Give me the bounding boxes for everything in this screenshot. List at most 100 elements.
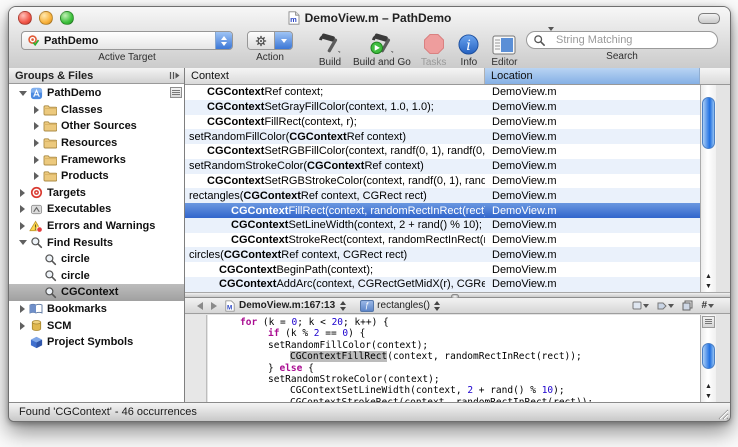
- column-header-context[interactable]: Context: [185, 68, 485, 84]
- symbol-popup[interactable]: rectangles(): [377, 300, 430, 311]
- minimize-button[interactable]: [39, 11, 53, 25]
- symbols-icon: [28, 335, 44, 349]
- result-location-cell: DemoView.m: [485, 101, 700, 113]
- active-target-popup[interactable]: PathDemo: [21, 31, 233, 50]
- sidebar-item-cgcontext[interactable]: CGContext: [9, 284, 184, 301]
- forward-button[interactable]: [207, 300, 221, 312]
- disclosure-triangle-icon[interactable]: [31, 106, 42, 114]
- build-and-go-button[interactable]: Build and Go: [353, 31, 411, 68]
- file-popup[interactable]: DemoView.m:167:13: [239, 300, 335, 311]
- search-input[interactable]: String Matching: [526, 31, 718, 49]
- breakpoint-tool-icon[interactable]: [657, 301, 674, 311]
- sidebar-item-pathdemo[interactable]: PathDemo: [9, 85, 184, 102]
- column-header-location[interactable]: Location: [485, 68, 700, 84]
- result-row[interactable]: CGContextAddArc(context, CGRectGetMidX(r…: [185, 277, 700, 292]
- sidebar-item-scm[interactable]: SCM: [9, 317, 184, 334]
- result-row[interactable]: rectangles(CGContextRef context, CGRect …: [185, 188, 700, 203]
- editor-gutter[interactable]: [185, 315, 207, 402]
- file-popup-stepper-icon[interactable]: [340, 301, 346, 311]
- result-location-cell: DemoView.m: [485, 116, 700, 128]
- result-row[interactable]: setRandomFillColor(CGContextRef context)…: [185, 129, 700, 144]
- results-scrollbar[interactable]: ▲▼: [700, 85, 716, 292]
- sidebar-item-resources[interactable]: Resources: [9, 135, 184, 152]
- search-magnifier-icon: [533, 34, 546, 47]
- disclosure-triangle-icon[interactable]: [17, 240, 28, 245]
- sidebar-menu-icon[interactable]: [170, 87, 182, 98]
- info-button[interactable]: i Info: [458, 31, 479, 68]
- folder-icon: [42, 136, 58, 150]
- sidebar-item-project-symbols[interactable]: Project Symbols: [9, 334, 184, 351]
- resize-grip-icon[interactable]: [716, 407, 729, 420]
- close-button[interactable]: [18, 11, 32, 25]
- sidebar-header-label: Groups & Files: [15, 70, 93, 82]
- split-editor-icon[interactable]: [702, 316, 715, 328]
- symbol-popup-stepper-icon[interactable]: [434, 301, 440, 311]
- disclosure-triangle-icon[interactable]: [17, 305, 28, 313]
- back-button[interactable]: [193, 300, 207, 312]
- counterpart-tool-icon[interactable]: [682, 300, 693, 311]
- editor-button[interactable]: Editor: [491, 31, 517, 68]
- sidebar-item-executables[interactable]: Executables: [9, 201, 184, 218]
- disclosure-triangle-icon[interactable]: [17, 222, 28, 230]
- result-context-cell: CGContextFillRect(context, randomRectInR…: [185, 205, 485, 217]
- disclosure-triangle-icon[interactable]: [31, 139, 42, 147]
- title-bar[interactable]: m DemoView.m – PathDemo: [9, 7, 730, 28]
- code-area[interactable]: for (k = 0; k < 20; k++) {if (k % 2 == 0…: [208, 315, 700, 402]
- scroll-up-icon[interactable]: ▲: [705, 273, 712, 280]
- sidebar-item-errors-and-warnings[interactable]: Errors and Warnings: [9, 218, 184, 235]
- sidebar-item-circle[interactable]: circle: [9, 251, 184, 268]
- result-row[interactable]: CGContextStrokeRect(context, randomRectI…: [185, 233, 700, 248]
- sidebar-item-bookmarks[interactable]: Bookmarks: [9, 301, 184, 318]
- sidebar-item-products[interactable]: Products: [9, 168, 184, 185]
- result-context-cell: CGContextRef context;: [185, 86, 485, 98]
- sidebar-item-other-sources[interactable]: Other Sources: [9, 118, 184, 135]
- sidebar-item-classes[interactable]: Classes: [9, 102, 184, 119]
- editor-caption: Editor: [491, 57, 517, 68]
- sidebar-item-find-results[interactable]: Find Results: [9, 234, 184, 251]
- result-row[interactable]: CGContextFillRect(context, r);DemoView.m: [185, 115, 700, 130]
- sidebar-item-label: Find Results: [47, 237, 113, 249]
- scrollbar-thumb[interactable]: [702, 343, 715, 369]
- action-button[interactable]: [247, 31, 293, 50]
- disclosure-triangle-icon[interactable]: [17, 189, 28, 197]
- sidebar-collapse-icon[interactable]: [169, 71, 180, 80]
- result-row[interactable]: CGContextSetLineWidth(context, 2 + rand(…: [185, 218, 700, 233]
- disclosure-triangle-icon[interactable]: [17, 91, 28, 96]
- result-row[interactable]: setRandomStrokeColor(CGContextRef contex…: [185, 159, 700, 174]
- result-row[interactable]: CGContextSetRGBStrokeColor(context, rand…: [185, 174, 700, 189]
- popup-stepper-icon: [215, 32, 232, 49]
- toolbar-toggle-button[interactable]: [698, 13, 720, 24]
- result-row[interactable]: circles(CGContextRef context, CGRect rec…: [185, 247, 700, 262]
- result-context-cell: CGContextFillRect(context, r);: [185, 116, 485, 128]
- disclosure-triangle-icon[interactable]: [17, 322, 28, 330]
- sidebar-item-targets[interactable]: Targets: [9, 185, 184, 202]
- sidebar-item-label: Other Sources: [61, 120, 137, 132]
- result-row[interactable]: CGContextBeginPath(context);DemoView.m: [185, 262, 700, 277]
- bookmark-tool-icon[interactable]: [632, 301, 649, 311]
- disclosure-triangle-icon[interactable]: [31, 172, 42, 180]
- disclosure-triangle-icon[interactable]: [17, 205, 28, 213]
- build-button[interactable]: Build: [317, 31, 343, 68]
- sidebar-item-circle[interactable]: circle: [9, 268, 184, 285]
- result-row[interactable]: CGContextSetGrayFillColor(context, 1.0, …: [185, 100, 700, 115]
- scrollbar-thumb[interactable]: [702, 97, 715, 149]
- sidebar-item-frameworks[interactable]: Frameworks: [9, 151, 184, 168]
- result-row[interactable]: CGContextSetRGBFillColor(context, randf(…: [185, 144, 700, 159]
- scroll-up-icon[interactable]: ▲: [705, 383, 712, 390]
- disclosure-triangle-icon[interactable]: [31, 122, 42, 130]
- find-results-table: CGContextRef context;DemoView.mCGContext…: [185, 85, 700, 292]
- editor-scrollbar[interactable]: ▲▼: [700, 315, 716, 402]
- zoom-button[interactable]: [60, 11, 74, 25]
- result-location-cell: DemoView.m: [485, 175, 700, 187]
- line-number-tool-icon[interactable]: #: [701, 300, 714, 311]
- results-table-header: Context Location: [185, 68, 730, 85]
- disclosure-triangle-icon[interactable]: [31, 156, 42, 164]
- result-row[interactable]: CGContextFillRect(context, randomRectInR…: [185, 203, 700, 218]
- screen: m DemoView.m – PathDemo PathDemo Active …: [0, 0, 738, 447]
- svg-text:m: m: [290, 15, 297, 24]
- scroll-down-icon[interactable]: ▼: [705, 283, 712, 290]
- folder-icon: [42, 153, 58, 167]
- scroll-down-icon[interactable]: ▼: [705, 393, 712, 400]
- result-row[interactable]: CGContextRef context;DemoView.m: [185, 85, 700, 100]
- executable-icon: [28, 202, 44, 216]
